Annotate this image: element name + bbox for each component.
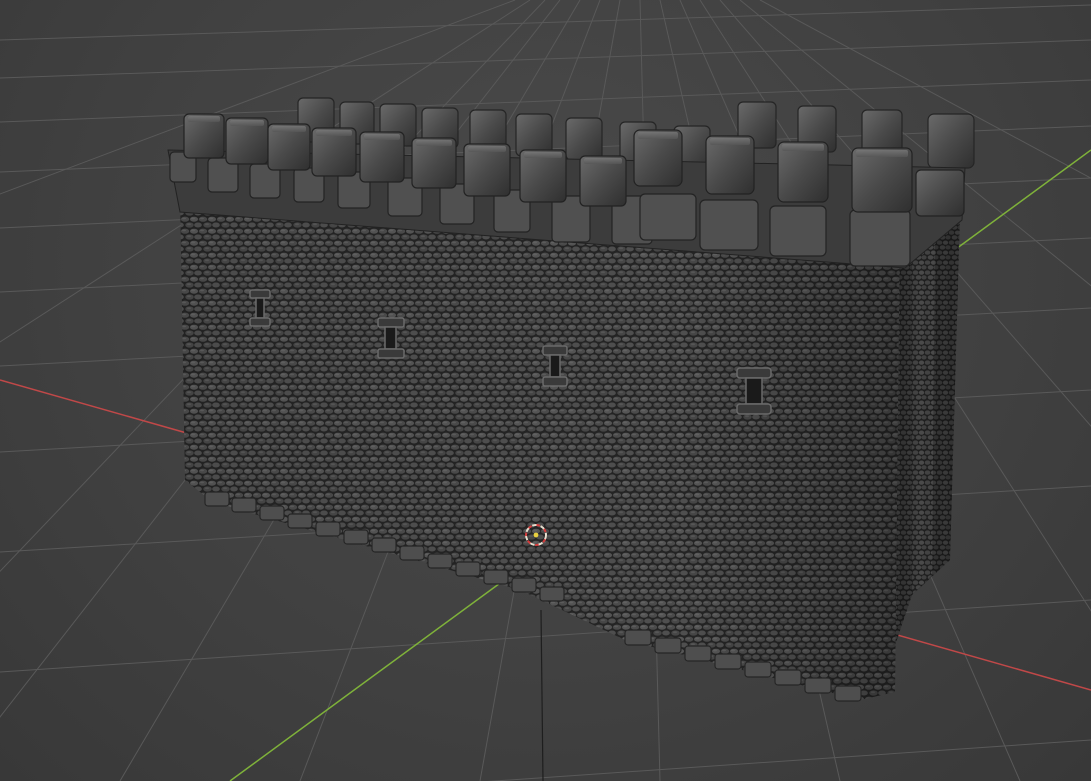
- 3d-viewport[interactable]: [0, 0, 1091, 781]
- z-axis-line: [540, 609, 544, 781]
- wall-front-face[interactable]: [180, 195, 900, 702]
- viewport-scene[interactable]: [0, 0, 1091, 781]
